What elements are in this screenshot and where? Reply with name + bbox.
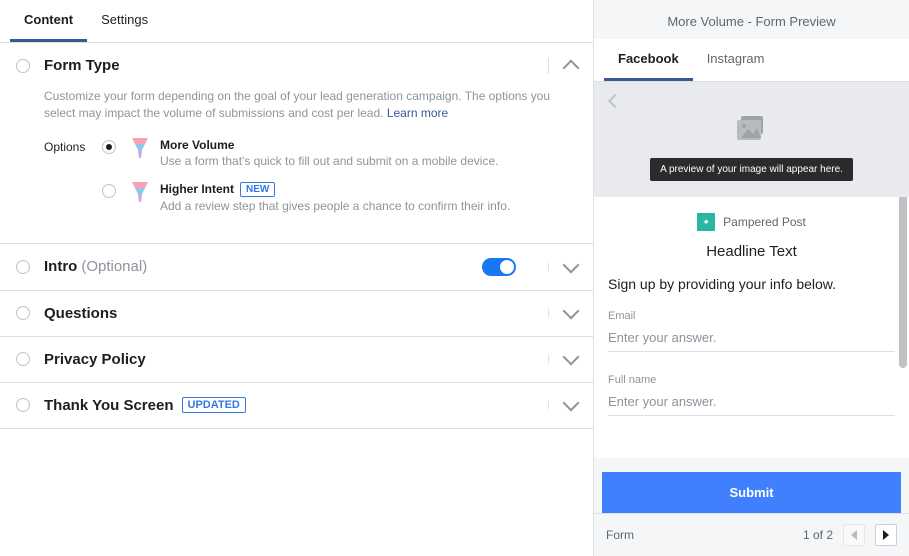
triangle-left-icon: [851, 530, 857, 540]
options-label: Options: [44, 138, 102, 154]
section-privacy-header[interactable]: Privacy Policy: [0, 337, 593, 382]
radio-higher-intent[interactable]: [102, 184, 116, 198]
radio-more-volume[interactable]: [102, 140, 116, 154]
email-label: Email: [608, 310, 895, 322]
section-questions: Questions: [0, 291, 593, 337]
signup-text: Sign up by providing your info below.: [608, 276, 895, 292]
fullname-field[interactable]: [608, 388, 895, 416]
funnel-icon: [130, 138, 150, 162]
preview-footer: Form 1 of 2: [594, 513, 909, 556]
back-icon[interactable]: [608, 94, 622, 108]
section-thank-you: Thank You Screen UPDATED: [0, 383, 593, 429]
fullname-label: Full name: [608, 374, 895, 386]
option-more-volume-sub: Use a form that's quick to fill out and …: [160, 154, 577, 168]
section-intro: Intro (Optional): [0, 244, 593, 291]
option-more-volume-title: More Volume: [160, 138, 577, 152]
preview-title: More Volume - Form Preview: [594, 0, 909, 39]
section-intro-header[interactable]: Intro (Optional): [0, 244, 593, 290]
preview-headline: Headline Text: [608, 243, 895, 260]
intro-toggle[interactable]: [482, 258, 516, 276]
option-higher-intent-title: Higher Intent NEW: [160, 182, 577, 197]
preview-scroll[interactable]: A preview of your image will appear here…: [594, 82, 909, 472]
chevron-up-icon[interactable]: [563, 59, 580, 76]
pager-prev-button[interactable]: [843, 524, 865, 546]
section-radio-privacy: [16, 352, 30, 366]
section-radio-thankyou: [16, 398, 30, 412]
email-field[interactable]: [608, 324, 895, 352]
section-form-type-header[interactable]: Form Type: [0, 43, 593, 88]
brand-name: Pampered Post: [723, 215, 806, 229]
chevron-down-icon[interactable]: [563, 349, 580, 366]
pager-next-button[interactable]: [875, 524, 897, 546]
learn-more-link[interactable]: Learn more: [387, 106, 448, 120]
brand-logo: ✦: [697, 213, 715, 231]
preview-tabs: Facebook Instagram: [594, 39, 909, 82]
preview-tab-facebook[interactable]: Facebook: [604, 39, 693, 81]
section-privacy: Privacy Policy: [0, 337, 593, 383]
funnel-icon: [130, 182, 150, 206]
tab-settings[interactable]: Settings: [87, 0, 162, 42]
chevron-down-icon[interactable]: [563, 303, 580, 320]
preview-hero: A preview of your image will appear here…: [594, 82, 909, 197]
chevron-down-icon[interactable]: [563, 395, 580, 412]
section-radio-intro: [16, 260, 30, 274]
badge-updated: UPDATED: [182, 397, 246, 413]
section-form-type: Form Type Customize your form depending …: [0, 43, 593, 244]
image-placeholder-icon: [737, 116, 767, 142]
badge-new: NEW: [240, 182, 275, 197]
footer-label: Form: [606, 528, 634, 542]
triangle-right-icon: [883, 530, 889, 540]
main-tabs: Content Settings: [0, 0, 593, 43]
section-thankyou-header[interactable]: Thank You Screen UPDATED: [0, 383, 593, 428]
section-radio-form-type: [16, 59, 30, 73]
section-title-form-type: Form Type: [44, 57, 120, 74]
preview-tab-instagram[interactable]: Instagram: [693, 39, 779, 81]
section-questions-header[interactable]: Questions: [0, 291, 593, 336]
preview-form: ✦ Pampered Post Headline Text Sign up by…: [594, 197, 909, 458]
submit-button[interactable]: Submit: [602, 472, 901, 513]
tab-content[interactable]: Content: [10, 0, 87, 42]
form-type-description: Customize your form depending on the goa…: [44, 88, 577, 122]
option-higher-intent-sub: Add a review step that gives people a ch…: [160, 199, 577, 213]
page-indicator: 1 of 2: [803, 528, 833, 542]
chevron-down-icon[interactable]: [563, 256, 580, 273]
section-radio-questions: [16, 306, 30, 320]
preview-image-banner: A preview of your image will appear here…: [650, 158, 853, 181]
